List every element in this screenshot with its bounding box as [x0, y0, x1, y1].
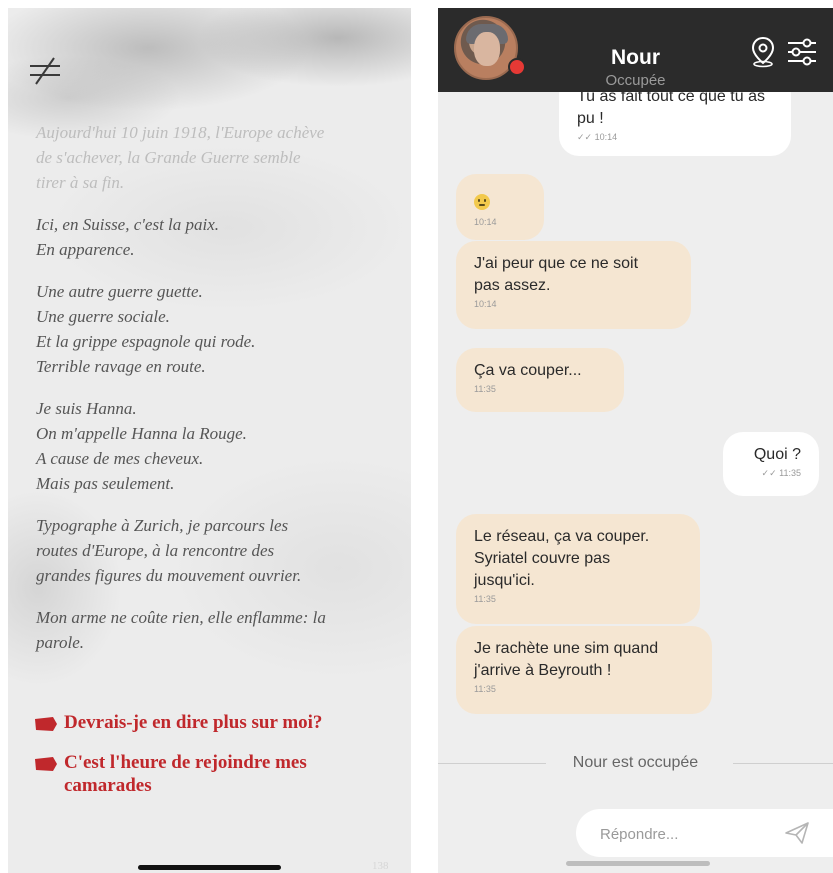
- message-time-row: ✓✓ 10:14: [577, 132, 773, 143]
- message-outgoing[interactable]: Quoi ? ✓✓ 11:35: [723, 432, 819, 496]
- story-paragraph: Typographe à Zurich, je parcours les rou…: [36, 516, 302, 585]
- message-incoming[interactable]: Le réseau, ça va couper. Syriatel couvre…: [456, 514, 700, 624]
- status-divider: Nour est occupée: [438, 752, 833, 776]
- worried-face-emoji-icon: [474, 190, 526, 215]
- message-text: Ça va couper...: [474, 362, 582, 379]
- message-time: 11:35: [779, 468, 801, 478]
- choice-label: C'est l'heure de rejoindre mes camarades: [64, 752, 307, 796]
- message-time: 11:35: [474, 684, 496, 694]
- reply-box: [576, 809, 833, 857]
- chat-panel: Tu as fait tout ce que tu as pu ! ✓✓ 10:…: [438, 8, 833, 873]
- message-incoming[interactable]: 10:14: [456, 174, 544, 240]
- choice-label: Devrais-je en dire plus sur moi?: [64, 712, 323, 733]
- message-text: Quoi ?: [753, 446, 801, 463]
- story-panel: Aujourd'hui 10 juin 1918, l'Europe achèv…: [8, 8, 411, 873]
- reply-input[interactable]: [598, 822, 772, 846]
- message-text: Tu as fait tout ce que tu as pu !: [577, 88, 765, 127]
- menu-icon[interactable]: [28, 56, 62, 86]
- home-indicator[interactable]: [138, 865, 281, 870]
- message-text: Le réseau, ça va couper. Syriatel couvre…: [474, 528, 650, 589]
- story-paragraph: Aujourd'hui 10 juin 1918, l'Europe achèv…: [36, 123, 325, 192]
- home-indicator[interactable]: [566, 861, 710, 866]
- story-paragraph: Une autre guerre guette. Une guerre soci…: [36, 282, 256, 376]
- choice-bullet-icon: [34, 711, 64, 738]
- choice-bullet-icon: [34, 751, 64, 778]
- divider-line: [733, 763, 833, 764]
- story-paragraph: Mon arme ne coûte rien, elle enflamme: l…: [36, 608, 326, 652]
- message-text: Je rachète une sim quand j'arrive à Beyr…: [474, 640, 659, 679]
- message-incoming[interactable]: Je rachète une sim quand j'arrive à Beyr…: [456, 626, 712, 714]
- message-time: 10:14: [474, 217, 497, 227]
- read-receipt-icon: ✓✓: [577, 132, 593, 142]
- message-time: 11:35: [474, 594, 496, 604]
- send-icon[interactable]: [784, 821, 810, 850]
- settings-sliders-icon[interactable]: [786, 36, 818, 73]
- chat-header: Nour Occupée: [438, 8, 833, 92]
- message-time: 10:14: [474, 299, 497, 309]
- choice-option-more-about-me[interactable]: Devrais-je en dire plus sur moi?: [34, 711, 394, 738]
- message-time: 11:35: [474, 384, 496, 394]
- message-incoming[interactable]: Ça va couper... 11:35: [456, 348, 624, 412]
- location-pin-icon[interactable]: [750, 36, 776, 73]
- page-number: 138: [372, 860, 389, 872]
- contact-status: Occupée: [605, 72, 666, 89]
- message-time: 10:14: [594, 132, 618, 142]
- story-text: Aujourd'hui 10 juin 1918, l'Europe achèv…: [36, 120, 391, 672]
- message-text: J'ai peur que ce ne soit pas assez.: [474, 255, 639, 294]
- choice-list: Devrais-je en dire plus sur moi? C'est l…: [34, 711, 394, 810]
- choice-option-join-comrades[interactable]: C'est l'heure de rejoindre mes camarades: [34, 751, 394, 797]
- story-paragraph: Je suis Hanna. On m'appelle Hanna la Rou…: [36, 399, 247, 493]
- message-incoming[interactable]: J'ai peur que ce ne soit pas assez. 10:1…: [456, 241, 691, 329]
- read-receipt-icon: ✓✓: [761, 468, 777, 478]
- story-paragraph: Ici, en Suisse, c'est la paix. En appare…: [36, 215, 220, 259]
- message-time-row: ✓✓ 11:35: [741, 468, 801, 479]
